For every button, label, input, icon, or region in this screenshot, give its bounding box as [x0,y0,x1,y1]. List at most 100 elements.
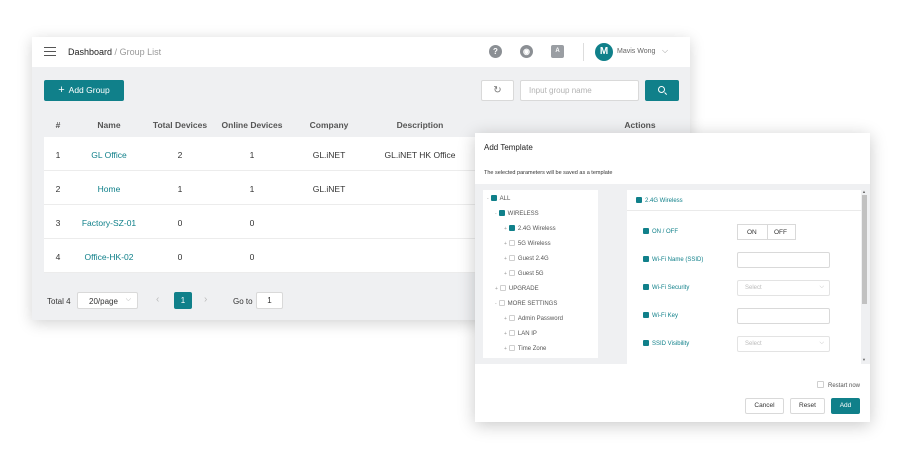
field-label: Wi-Fi Security [652,285,690,291]
expand-icon[interactable]: + [504,256,507,262]
checkbox[interactable] [508,345,515,351]
add-group-button[interactable]: + Add Group [44,80,124,101]
panel-header: 2.4G Wireless [627,190,861,211]
language-icon[interactable]: ◉ [520,45,533,58]
expand-icon[interactable]: + [504,226,507,232]
tree-node-5g-wireless[interactable]: +5G Wireless [504,240,551,247]
refresh-button[interactable]: ↻ [481,80,514,101]
checkbox[interactable] [643,228,649,234]
on-option[interactable]: ON [747,229,757,236]
tree-node-2g-wireless[interactable]: +2.4G Wireless [504,225,556,232]
font-size-icon[interactable]: A [551,45,564,58]
field-ssid-label[interactable]: Wi-Fi Name (SSID) [643,256,703,263]
restart-now-option[interactable]: Restart now [817,381,860,389]
checkbox[interactable] [508,315,515,321]
row-index: 3 [55,218,61,228]
group-name-link[interactable]: Factory-SZ-01 [82,218,136,228]
checkbox[interactable] [508,270,515,276]
checkbox[interactable] [490,195,497,201]
collapse-icon[interactable]: - [495,211,497,217]
checkbox[interactable] [643,312,649,318]
checkbox[interactable] [636,197,642,203]
expand-icon[interactable]: + [504,331,507,337]
tree-node-admin-password[interactable]: + Admin Password [504,315,563,322]
panel-header-label[interactable]: 2.4G Wireless [636,197,683,204]
ssid-input[interactable] [737,252,830,268]
current-page[interactable]: 1 [174,292,192,309]
field-label: Wi-Fi Name (SSID) [652,257,704,263]
total-devices: 0 [177,252,183,262]
cancel-button[interactable]: Cancel [745,398,784,414]
group-search-input[interactable] [520,80,639,101]
user-name[interactable]: Mavis Wong [617,48,655,55]
company: GL.iNET [312,184,346,194]
scrollbar[interactable]: ▲ ▼ [861,189,867,364]
checkbox[interactable] [643,340,649,346]
scroll-up-icon[interactable]: ▲ [862,189,866,194]
breadcrumb: Dashboard / Group List [68,47,161,57]
checkbox[interactable] [817,381,824,388]
onoff-toggle[interactable]: ON OFF [737,224,796,240]
reset-button[interactable]: Reset [790,398,825,414]
expand-icon[interactable]: + [495,286,498,292]
scrollbar-thumb[interactable] [862,195,867,304]
checkbox[interactable] [508,330,515,336]
field-key-label[interactable]: Wi-Fi Key [643,312,678,319]
checkbox[interactable] [643,284,649,290]
chevron-down-icon[interactable]: ⌵ [662,46,668,56]
field-onoff-label[interactable]: ON / OFF [643,228,678,235]
breadcrumb-dashboard[interactable]: Dashboard [68,47,112,57]
checkbox[interactable] [498,300,505,306]
tree-node-wireless[interactable]: - WIRELESS [495,210,539,217]
search-icon [658,86,665,93]
next-page-button[interactable]: › [204,294,207,305]
checkbox[interactable] [508,240,515,246]
add-template-button[interactable]: Add [831,398,860,414]
online-devices: 1 [249,150,255,160]
expand-icon[interactable]: + [504,316,507,322]
collapse-icon[interactable]: - [487,196,489,202]
menu-icon[interactable] [44,47,56,57]
search-button[interactable] [645,80,679,101]
collapse-icon[interactable]: - [495,301,497,307]
tree-node-all[interactable]: - ALL [487,195,510,202]
add-group-label: Add Group [68,85,110,95]
total-devices: 0 [177,218,183,228]
checkbox[interactable] [508,255,515,261]
tree-node-upgrade[interactable]: + UPGRADE [495,285,539,292]
goto-page-input[interactable]: 1 [256,292,283,309]
column-header-index: # [55,120,61,130]
tree-node-lan-ip[interactable]: + LAN IP [504,330,537,337]
expand-icon[interactable]: + [504,346,507,352]
scroll-down-icon[interactable]: ▼ [862,357,866,362]
prev-page-button[interactable]: ‹ [156,294,159,305]
field-visibility-label[interactable]: SSID Visibility [643,340,689,347]
group-name-link[interactable]: GL Office [91,150,126,160]
field-security-label[interactable]: Wi-Fi Security [643,284,689,291]
checkbox[interactable] [508,225,515,231]
column-header-actions: Actions [624,120,656,130]
tree-node-guest-5g[interactable]: + Guest 5G [504,270,544,277]
tree-node-label: Guest 2.4G [517,256,549,262]
security-select[interactable]: Select ⌵ [737,280,830,296]
avatar[interactable]: M [595,43,613,61]
page-size-select[interactable]: 20/page ⌵ [77,292,138,309]
tree-node-more-settings[interactable]: - MORE SETTINGS [495,300,557,307]
checkbox[interactable] [643,256,649,262]
expand-icon[interactable]: + [504,271,507,277]
expand-icon[interactable]: + [504,241,507,247]
page-size-value: 20/page [89,297,118,306]
tree-node-guest-2g[interactable]: + Guest 2.4G [504,255,549,262]
tree-node-time-zone[interactable]: + Time Zone [504,345,546,352]
off-option[interactable]: OFF [774,229,787,236]
visibility-select[interactable]: Select ⌵ [737,336,830,352]
wifi-key-input[interactable] [737,308,830,324]
help-icon[interactable]: ? [489,45,502,58]
checkbox[interactable] [498,210,505,216]
group-name-link[interactable]: Home [98,184,121,194]
breadcrumb-group-list: Group List [119,47,162,57]
total-devices: 1 [177,184,183,194]
group-name-link[interactable]: Office-HK-02 [85,252,134,262]
row-index: 4 [55,252,61,262]
checkbox[interactable] [499,285,506,291]
